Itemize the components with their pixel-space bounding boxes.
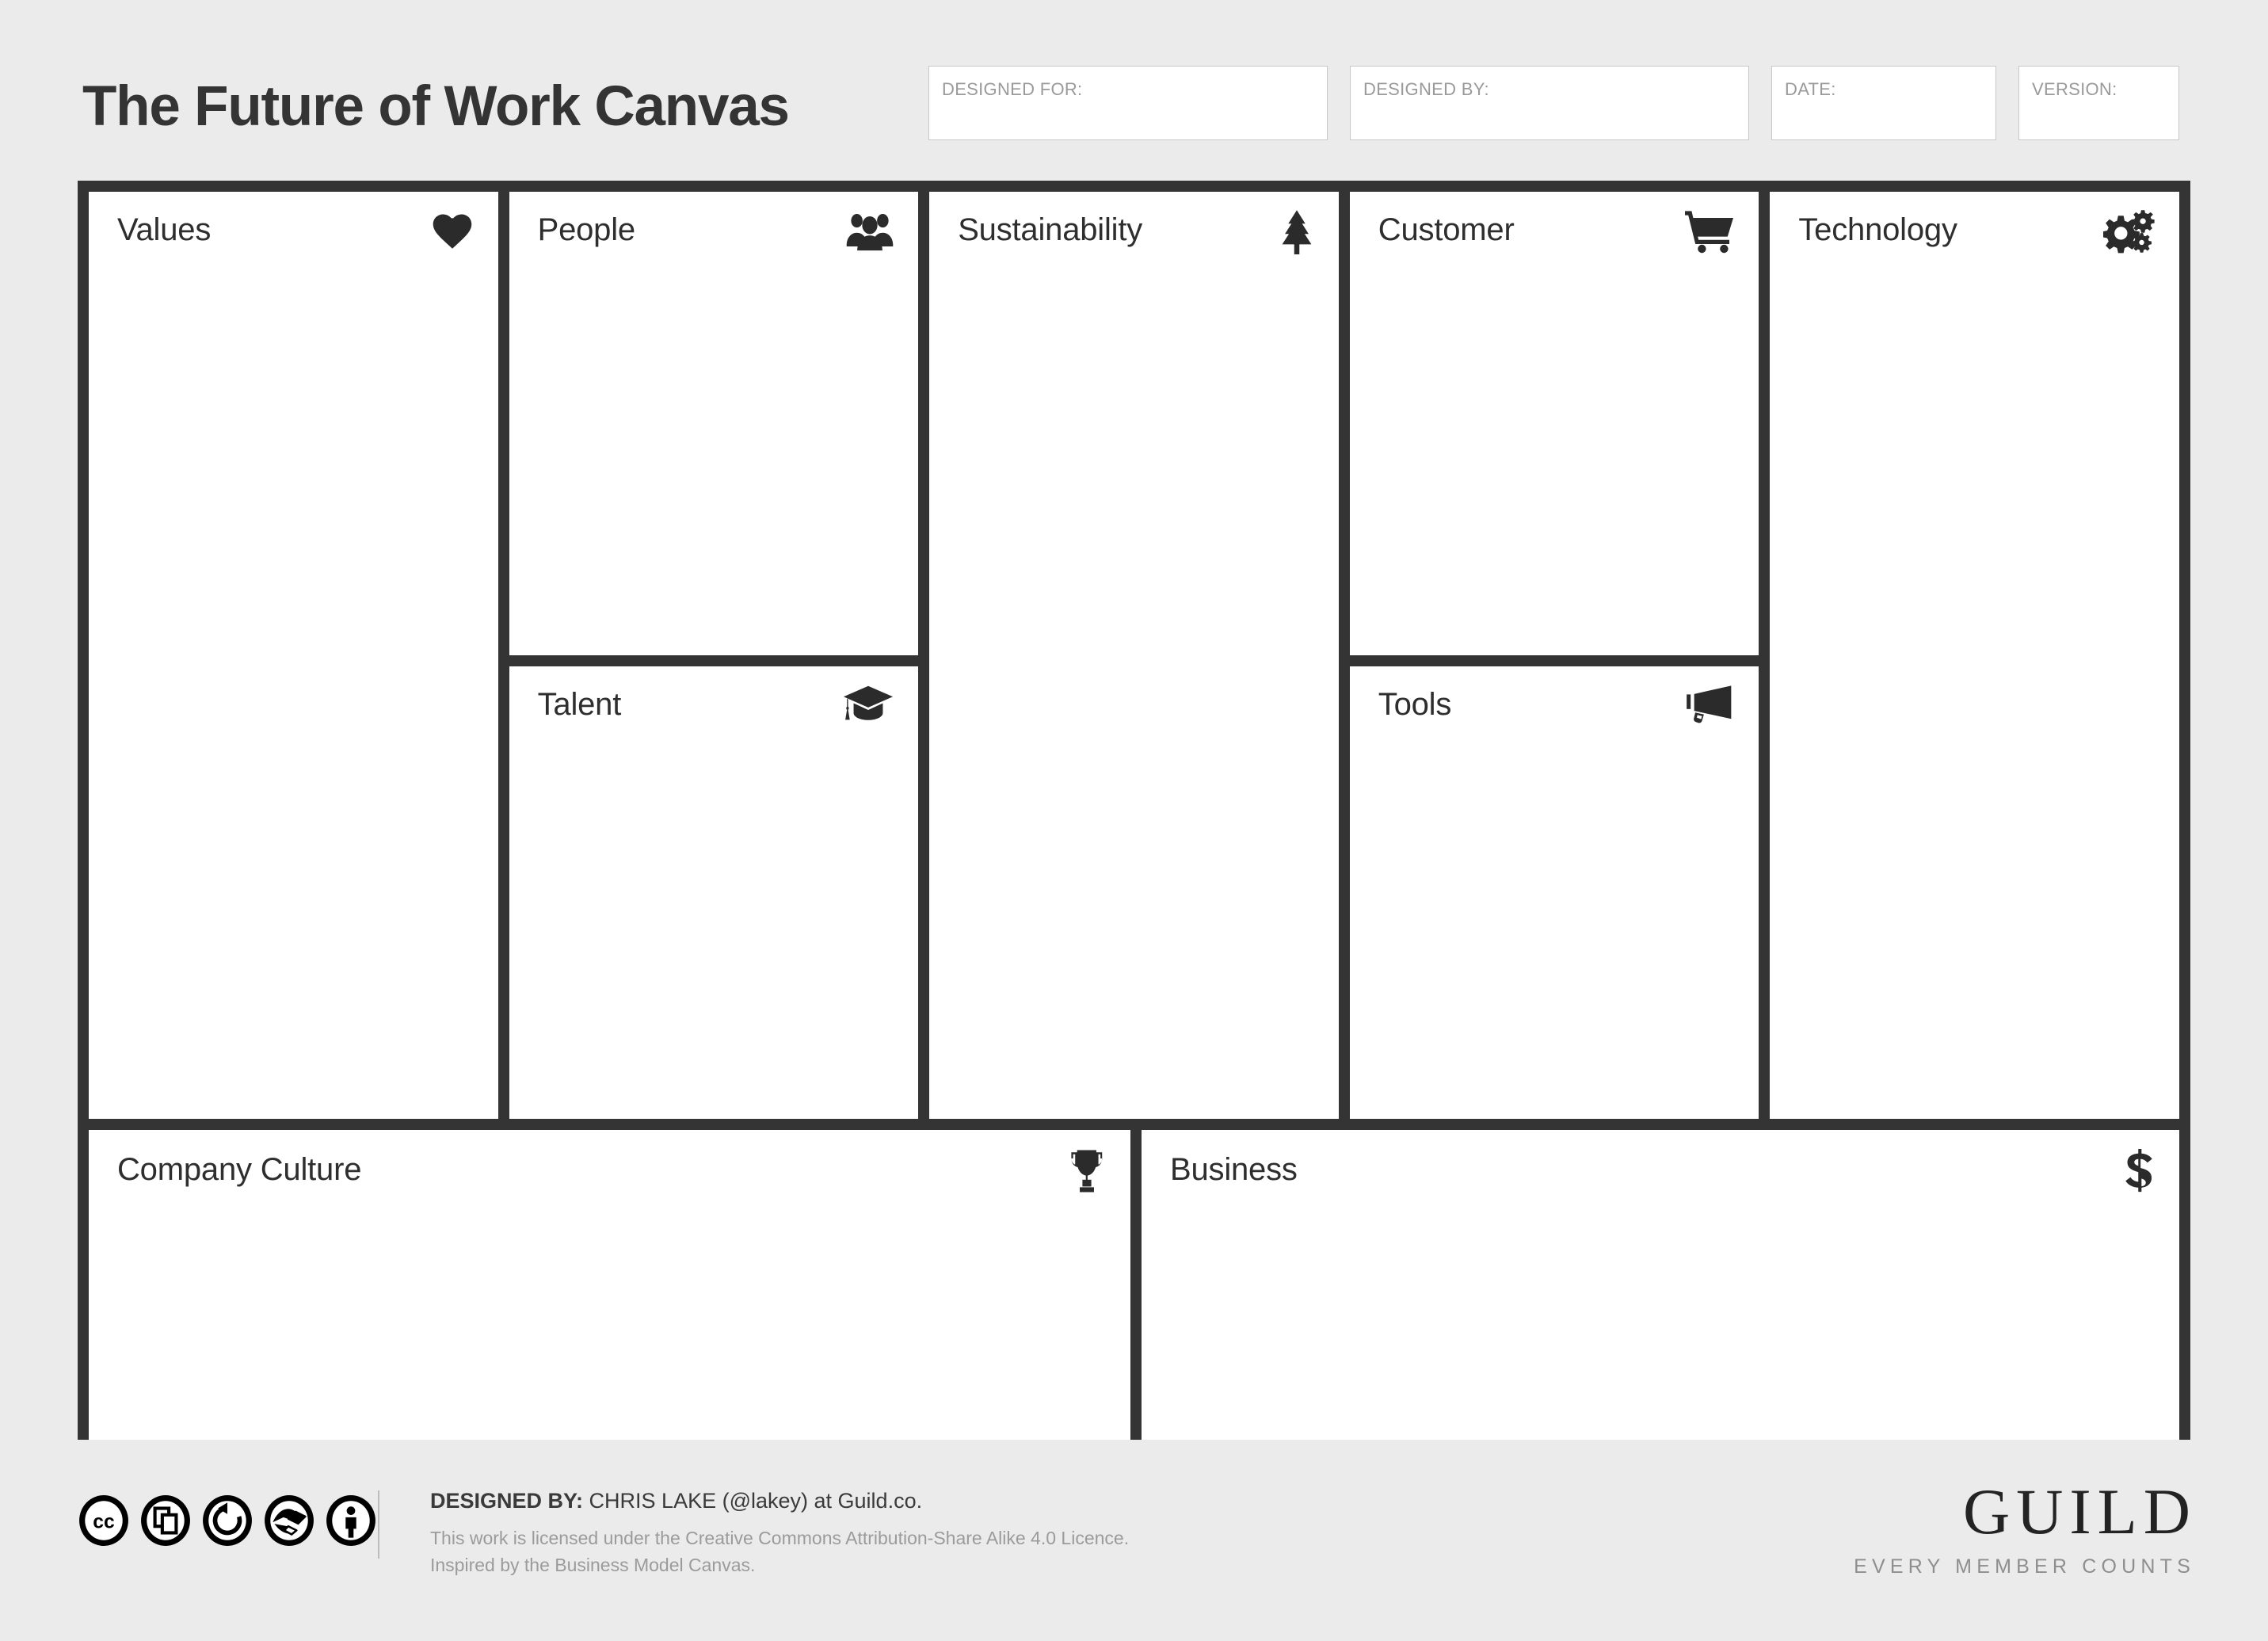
- guild-wordmark: GUILD: [1962, 1475, 2197, 1548]
- section-tools[interactable]: Tools: [1349, 666, 1759, 1119]
- designed-for-label: DESIGNED FOR:: [942, 79, 1083, 99]
- inspired-by-text: Inspired by the Business Model Canvas.: [430, 1555, 756, 1576]
- users-group-icon: [845, 209, 894, 254]
- canvas-column-customer-tools: Customer Tools: [1349, 192, 1759, 1119]
- designed-by-credit-value: CHRIS LAKE (@lakey) at Guild.co.: [589, 1489, 923, 1513]
- dollar-sign-icon: [2124, 1149, 2156, 1195]
- meta-fields-group: DESIGNED FOR: DESIGNED BY: DATE: VERSION…: [928, 66, 2179, 140]
- designed-for-field[interactable]: DESIGNED FOR:: [928, 66, 1328, 140]
- page-title: The Future of Work Canvas: [82, 75, 790, 138]
- section-customer-title: Customer: [1378, 212, 1515, 247]
- megaphone-icon: [1686, 684, 1735, 725]
- section-business-title: Business: [1170, 1152, 1298, 1187]
- license-badges: cc: [78, 1494, 377, 1547]
- section-company-culture[interactable]: Company Culture: [89, 1130, 1130, 1440]
- section-people-title: People: [537, 212, 636, 247]
- footer-divider: [378, 1490, 379, 1559]
- canvas-grid: Values People Talent Sustainability Cust…: [78, 181, 2190, 1440]
- gears-icon: [2102, 209, 2156, 254]
- date-label: DATE:: [1785, 79, 1836, 99]
- section-sustainability[interactable]: Sustainability: [929, 192, 1339, 1119]
- heart-icon: [430, 209, 475, 254]
- attribution-icon: [325, 1494, 377, 1547]
- tree-icon: [1279, 209, 1315, 255]
- canvas-top-rows: Values People Talent Sustainability Cust…: [89, 192, 2179, 1119]
- canvas-bottom-row: Company Culture Business: [89, 1130, 2179, 1440]
- version-field[interactable]: VERSION:: [2018, 66, 2179, 140]
- designed-by-credit-label: DESIGNED BY:: [430, 1489, 584, 1513]
- guild-tagline: EVERY MEMBER COUNTS: [1854, 1555, 2195, 1578]
- section-technology[interactable]: Technology: [1770, 192, 2179, 1119]
- canvas-column-people-talent: People Talent: [509, 192, 919, 1119]
- section-technology-title: Technology: [1798, 212, 1957, 247]
- section-customer[interactable]: Customer: [1349, 192, 1759, 655]
- section-talent[interactable]: Talent: [509, 666, 919, 1119]
- page-header: The Future of Work Canvas DESIGNED FOR: …: [0, 0, 2268, 174]
- share-alike-icon: [201, 1494, 253, 1547]
- remix-icon: [263, 1494, 315, 1547]
- section-values-title: Values: [117, 212, 212, 247]
- graduation-cap-icon: [842, 684, 894, 725]
- designed-by-credit: DESIGNED BY: CHRIS LAKE (@lakey) at Guil…: [430, 1489, 1129, 1513]
- section-tools-title: Tools: [1378, 687, 1452, 722]
- svg-text:cc: cc: [93, 1511, 115, 1532]
- designed-by-field[interactable]: DESIGNED BY:: [1350, 66, 1749, 140]
- share-copy-icon: [139, 1494, 192, 1547]
- section-company-culture-title: Company Culture: [117, 1152, 362, 1187]
- guild-logo: GUILD EVERY MEMBER COUNTS: [1854, 1479, 2190, 1578]
- version-label: VERSION:: [2032, 79, 2117, 99]
- shopping-cart-icon: [1684, 209, 1735, 254]
- canvas-column-sustainability: Sustainability: [929, 192, 1339, 1119]
- section-business[interactable]: Business: [1142, 1130, 2179, 1440]
- section-talent-title: Talent: [537, 687, 622, 722]
- creative-commons-icon: cc: [78, 1494, 130, 1547]
- section-values[interactable]: Values: [89, 192, 498, 1119]
- footer-attribution: DESIGNED BY: CHRIS LAKE (@lakey) at Guil…: [430, 1489, 1129, 1578]
- license-text: This work is licensed under the Creative…: [430, 1528, 1130, 1548]
- canvas-column-values: Values: [89, 192, 498, 1119]
- canvas-column-technology: Technology: [1770, 192, 2179, 1119]
- page-footer: cc DESIGNED BY: CHRIS LAKE (@lakey) at G…: [0, 1462, 2268, 1641]
- date-field[interactable]: DATE:: [1771, 66, 1996, 140]
- section-people[interactable]: People: [509, 192, 919, 655]
- designed-by-label: DESIGNED BY:: [1363, 79, 1489, 99]
- section-sustainability-title: Sustainability: [958, 212, 1143, 247]
- trophy-icon: [1067, 1149, 1107, 1193]
